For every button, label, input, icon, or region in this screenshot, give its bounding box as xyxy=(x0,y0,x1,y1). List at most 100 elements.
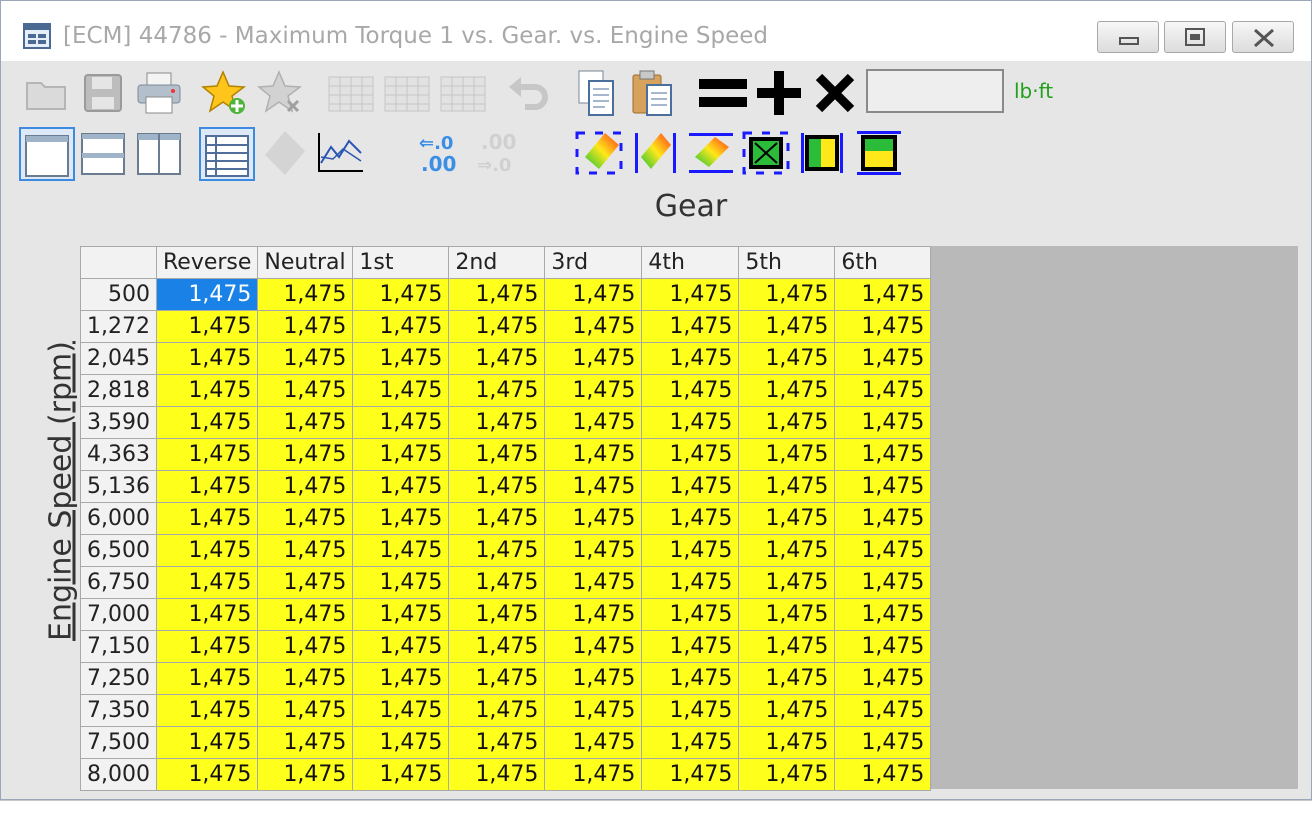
table-cell[interactable]: 1,475 xyxy=(155,438,259,471)
column-header[interactable]: 6th xyxy=(834,246,932,279)
table-tool-b-button[interactable] xyxy=(381,67,433,119)
table-cell[interactable]: 1,475 xyxy=(738,694,836,727)
table-cell[interactable]: 1,475 xyxy=(352,502,450,535)
undo-button[interactable] xyxy=(503,67,555,119)
table-cell[interactable]: 1,475 xyxy=(448,406,546,439)
increase-decimals-button[interactable]: ⇐.0.00 xyxy=(417,127,477,179)
row-header[interactable]: 500 xyxy=(80,278,157,311)
table-cell[interactable]: 1,475 xyxy=(544,694,643,727)
table-cell[interactable]: 1,475 xyxy=(544,566,643,599)
title-bar[interactable]: [ECM] 44786 - Maximum Torque 1 vs. Gear.… xyxy=(1,1,1311,61)
table-cell[interactable]: 1,475 xyxy=(834,534,932,567)
table-cell[interactable]: 1,475 xyxy=(738,374,836,407)
table-cell[interactable]: 1,475 xyxy=(448,630,546,663)
color-view-3-button[interactable] xyxy=(685,127,737,179)
table-cell[interactable]: 1,475 xyxy=(544,758,643,791)
table-view-button[interactable] xyxy=(199,127,255,181)
view-vertical-split-button[interactable] xyxy=(133,127,185,179)
table-cell[interactable]: 1,475 xyxy=(155,278,259,311)
column-header[interactable]: 5th xyxy=(738,246,836,279)
table-cell[interactable]: 1,475 xyxy=(155,310,259,343)
table-cell[interactable]: 1,475 xyxy=(257,758,354,791)
table-cell[interactable]: 1,475 xyxy=(641,694,740,727)
table-cell[interactable]: 1,475 xyxy=(641,534,740,567)
table-cell[interactable]: 1,475 xyxy=(257,598,354,631)
table-cell[interactable]: 1,475 xyxy=(352,598,450,631)
table-cell[interactable]: 1,475 xyxy=(641,630,740,663)
table-cell[interactable]: 1,475 xyxy=(352,278,450,311)
table-cell[interactable]: 1,475 xyxy=(155,630,259,663)
table-cell[interactable]: 1,475 xyxy=(641,342,740,375)
table-cell[interactable]: 1,475 xyxy=(155,534,259,567)
table-cell[interactable]: 1,475 xyxy=(448,470,546,503)
table-cell[interactable]: 1,475 xyxy=(352,438,450,471)
table-cell[interactable]: 1,475 xyxy=(352,374,450,407)
table-cell[interactable]: 1,475 xyxy=(834,342,932,375)
row-header[interactable]: 7,500 xyxy=(80,726,157,759)
table-cell[interactable]: 1,475 xyxy=(448,694,546,727)
table-cell[interactable]: 1,475 xyxy=(257,726,354,759)
table-cell[interactable]: 1,475 xyxy=(544,534,643,567)
table-cell[interactable]: 1,475 xyxy=(155,726,259,759)
table-cell[interactable]: 1,475 xyxy=(352,726,450,759)
table-cell[interactable]: 1,475 xyxy=(544,598,643,631)
table-cell[interactable]: 1,475 xyxy=(257,630,354,663)
column-header[interactable]: 3rd xyxy=(544,246,643,279)
row-header[interactable]: 3,590 xyxy=(80,406,157,439)
table-cell[interactable]: 1,475 xyxy=(257,662,354,695)
table-cell[interactable]: 1,475 xyxy=(641,438,740,471)
table-cell[interactable]: 1,475 xyxy=(352,406,450,439)
table-cell[interactable]: 1,475 xyxy=(738,534,836,567)
table-cell[interactable]: 1,475 xyxy=(155,470,259,503)
table-cell[interactable]: 1,475 xyxy=(641,406,740,439)
row-header[interactable]: 7,000 xyxy=(80,598,157,631)
table-cell[interactable]: 1,475 xyxy=(834,374,932,407)
table-cell[interactable]: 1,475 xyxy=(352,662,450,695)
table-cell[interactable]: 1,475 xyxy=(641,374,740,407)
table-cell[interactable]: 1,475 xyxy=(834,406,932,439)
close-button[interactable] xyxy=(1232,21,1294,53)
paste-button[interactable] xyxy=(627,67,679,119)
value-input[interactable] xyxy=(866,69,1004,113)
row-header[interactable]: 2,045 xyxy=(80,342,157,375)
table-cell[interactable]: 1,475 xyxy=(544,470,643,503)
table-cell[interactable]: 1,475 xyxy=(155,374,259,407)
table-cell[interactable]: 1,475 xyxy=(641,758,740,791)
table-cell[interactable]: 1,475 xyxy=(544,374,643,407)
table-cell[interactable]: 1,475 xyxy=(834,662,932,695)
row-header[interactable]: 6,000 xyxy=(80,502,157,535)
table-cell[interactable]: 1,475 xyxy=(738,630,836,663)
table-cell[interactable]: 1,475 xyxy=(834,758,932,791)
table-cell[interactable]: 1,475 xyxy=(834,630,932,663)
table-cell[interactable]: 1,475 xyxy=(257,694,354,727)
restore-button[interactable] xyxy=(1164,21,1226,53)
table-cell[interactable]: 1,475 xyxy=(448,342,546,375)
table-cell[interactable]: 1,475 xyxy=(834,438,932,471)
column-header[interactable]: 2nd xyxy=(448,246,546,279)
table-cell[interactable]: 1,475 xyxy=(448,310,546,343)
table-cell[interactable]: 1,475 xyxy=(352,310,450,343)
table-cell[interactable]: 1,475 xyxy=(155,502,259,535)
table-cell[interactable]: 1,475 xyxy=(352,470,450,503)
table-cell[interactable]: 1,475 xyxy=(448,726,546,759)
row-header[interactable]: 2,818 xyxy=(80,374,157,407)
table-cell[interactable]: 1,475 xyxy=(738,598,836,631)
color-view-1-button[interactable] xyxy=(575,127,627,179)
table-cell[interactable]: 1,475 xyxy=(448,502,546,535)
table-cell[interactable]: 1,475 xyxy=(352,758,450,791)
table-cell[interactable]: 1,475 xyxy=(834,502,932,535)
table-cell[interactable]: 1,475 xyxy=(257,278,354,311)
table-cell[interactable]: 1,475 xyxy=(448,278,546,311)
row-header[interactable]: 7,250 xyxy=(80,662,157,695)
color-view-6-button[interactable] xyxy=(853,127,905,179)
table-cell[interactable]: 1,475 xyxy=(834,598,932,631)
table-cell[interactable]: 1,475 xyxy=(834,694,932,727)
table-cell[interactable]: 1,475 xyxy=(834,726,932,759)
table-cell[interactable]: 1,475 xyxy=(155,758,259,791)
table-cell[interactable]: 1,475 xyxy=(834,566,932,599)
table-cell[interactable]: 1,475 xyxy=(155,694,259,727)
table-cell[interactable]: 1,475 xyxy=(738,502,836,535)
open-button[interactable] xyxy=(21,67,73,119)
row-header[interactable]: 1,272 xyxy=(80,310,157,343)
table-cell[interactable]: 1,475 xyxy=(257,438,354,471)
